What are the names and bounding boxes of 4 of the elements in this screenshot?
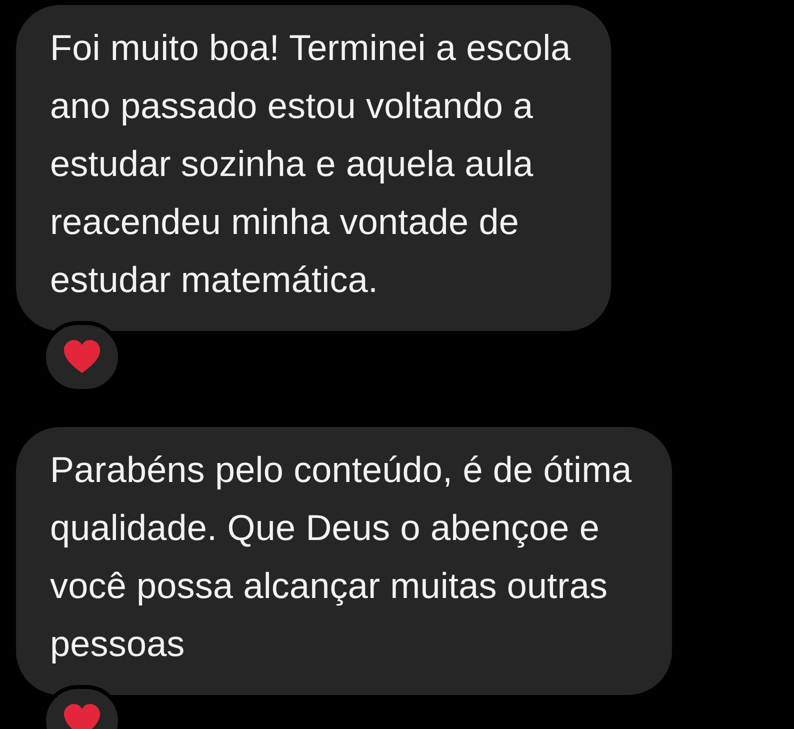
heart-icon: [63, 704, 101, 729]
message-bubble: Parabéns pelo conteúdo, é de ótima qualidade. Que Deus o abençoe e você possa alcançar muitas outras pessoas: [16, 427, 672, 695]
message-bubble: Foi muito boa! Terminei a escola ano passado estou voltando a estudar sozinha e aquela aula reacendeu minha vontade de estudar matemática.: [16, 5, 611, 331]
heart-icon: [63, 340, 101, 374]
